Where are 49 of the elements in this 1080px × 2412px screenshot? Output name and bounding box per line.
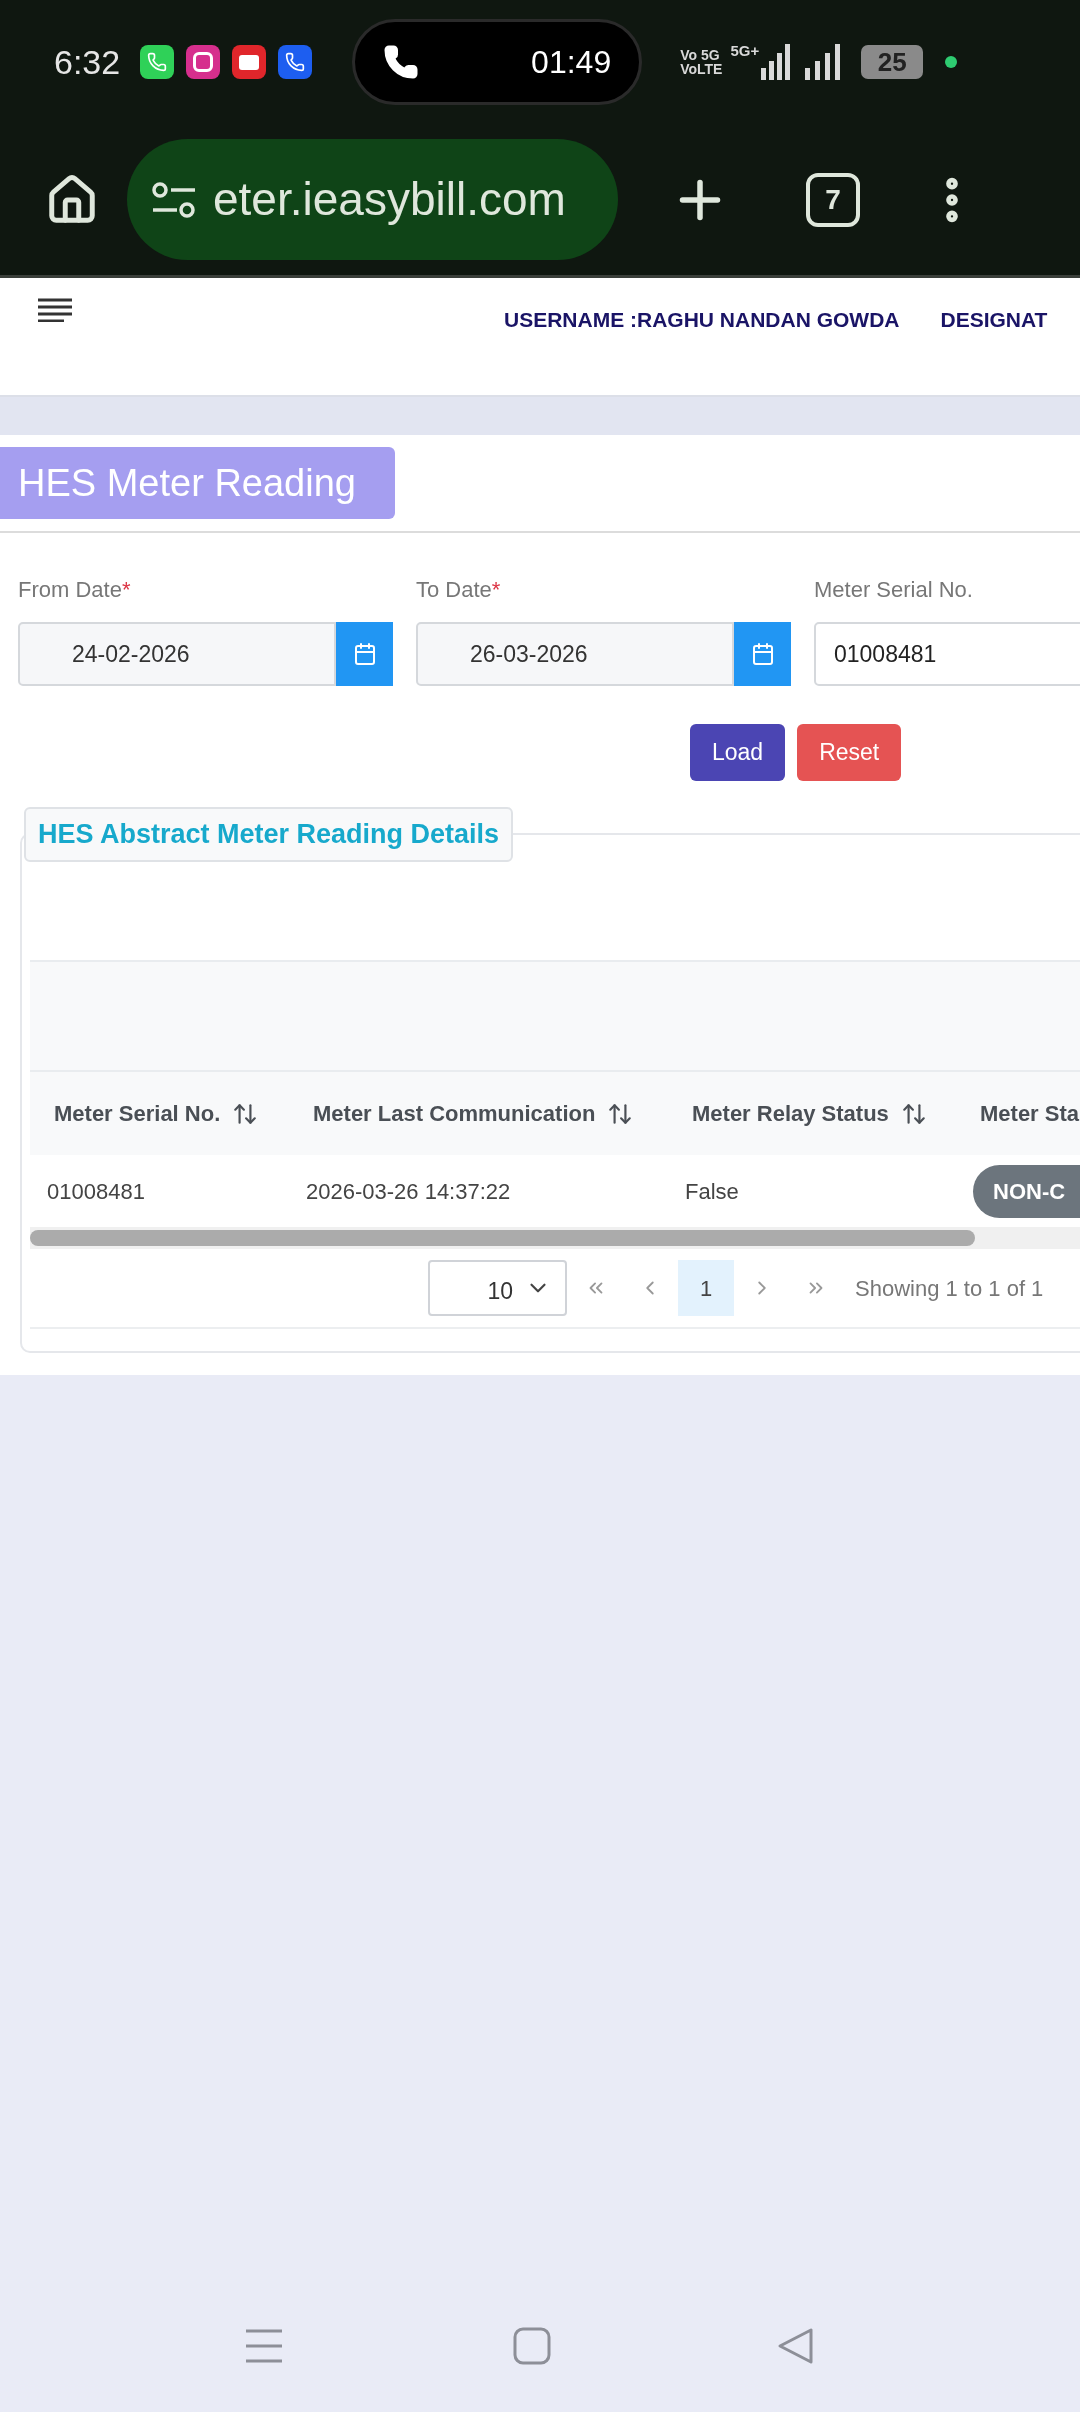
phone-app-icon [278,45,313,79]
network-label: VoLTE [680,62,723,76]
field-label: To Date* [416,576,502,604]
table-cell: False [685,1178,739,1204]
chat-app-icon [140,45,175,79]
table-cell: 2026-03-26 14:37:22 [306,1178,511,1204]
field-label: From Date* [18,576,132,604]
table-cell: 01008481 [47,1178,145,1204]
battery-indicator: 25 [861,45,924,79]
field-label: Meter Serial No. [814,576,974,604]
pagination-summary: Showing 1 to 1 of 1 [855,1274,1044,1303]
site-settings-icon[interactable] [151,181,197,218]
username-label: USERNAME :RAGHU NANDAN GOWDA [504,307,900,333]
address-bar[interactable]: eter.ieasybill.com [127,139,618,260]
url-text: eter.ieasybill.com [213,172,566,227]
column-header[interactable]: Meter Last Communication [313,1097,596,1130]
page-size-select[interactable]: 10 [428,1260,567,1316]
video-app-icon [232,45,267,79]
phone-icon [383,44,420,80]
date-field[interactable]: 26-03-2026 [416,622,734,686]
status-badge: NON-C [973,1164,1080,1218]
load-button[interactable]: Load [690,724,786,781]
calendar-icon [750,642,775,666]
clock-time: 6:32 [54,41,121,83]
tab-count-button[interactable]: 7 [806,172,860,227]
calendar-icon [352,642,377,666]
reset-button[interactable]: Reset [797,724,902,781]
home-button-icon[interactable] [513,2327,551,2365]
calendar-button[interactable] [734,622,791,686]
page-button[interactable]: 1 [678,1260,734,1316]
serial-field[interactable]: 01008481 [814,622,1080,686]
column-header[interactable]: Meter Sta [980,1097,1080,1130]
signal-icon [761,44,792,80]
menu-icon[interactable] [38,298,74,322]
back-icon[interactable] [777,2327,815,2365]
column-header[interactable]: Meter Relay Status [692,1097,889,1130]
call-timer: 01:49 [531,43,612,82]
network-label: Vo 5G [680,48,721,62]
network-type: 5G+ [730,41,760,61]
scrollbar-thumb[interactable] [30,1230,975,1246]
section-legend: HES Abstract Meter Reading Details [24,807,514,862]
camera-app-icon [186,45,221,79]
date-field[interactable]: 24-02-2026 [18,622,336,686]
page-title: HES Meter Reading [0,447,395,519]
calendar-button[interactable] [336,622,393,686]
column-header[interactable]: Meter Serial No. [54,1097,221,1130]
call-pill[interactable]: 01:49 [352,19,643,105]
designation-label: DESIGNAT [940,307,1048,333]
recent-apps-icon[interactable] [245,2328,283,2364]
